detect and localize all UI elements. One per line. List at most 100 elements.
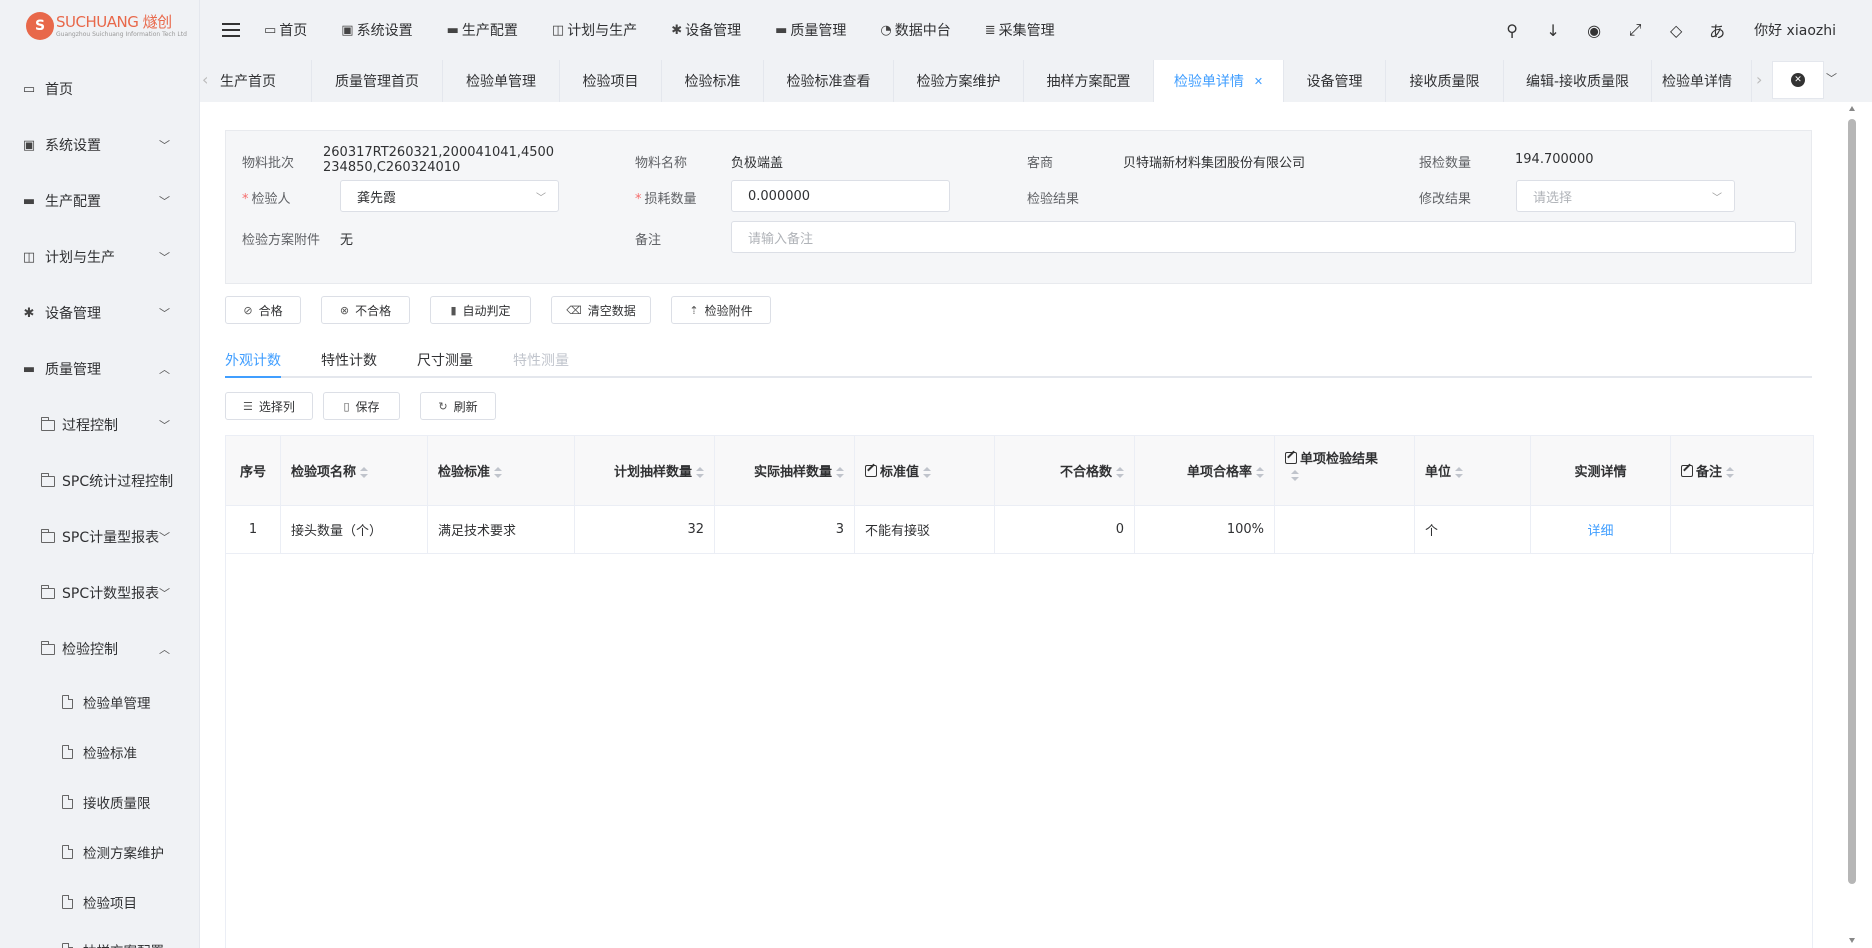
- sort-icon[interactable]: [696, 466, 704, 479]
- sidebar-item-plan[interactable]: ◫ 计划与生产 ﹀: [0, 245, 199, 269]
- sort-icon[interactable]: [1291, 469, 1299, 482]
- detail-link[interactable]: 详细: [1587, 524, 1613, 539]
- tab-inspection-items[interactable]: 检验项目: [560, 60, 662, 102]
- tab-inspection-detail[interactable]: 检验单详情 ✕: [1154, 60, 1284, 102]
- diamond-icon[interactable]: ◇: [1668, 21, 1684, 40]
- tab-test-plan[interactable]: 检验方案维护: [894, 60, 1024, 102]
- sidebar-item-spc[interactable]: SPC统计过程控制: [0, 469, 199, 493]
- header-label: 单项检验结果: [1300, 452, 1379, 467]
- sidebar-item-spc-variable[interactable]: SPC计量型报表 ﹀: [0, 525, 199, 549]
- scroll-down-arrow-icon[interactable]: [1849, 938, 1855, 943]
- sidebar-item-spc-attribute[interactable]: SPC计数型报表 ﹀: [0, 581, 199, 605]
- col-header-unit[interactable]: 单位: [1414, 435, 1531, 506]
- sort-icon[interactable]: [1256, 466, 1264, 479]
- chevron-right-icon[interactable]: ›: [1756, 70, 1762, 89]
- sort-icon[interactable]: [1726, 466, 1735, 479]
- tab-characteristic-count[interactable]: 特性计数: [321, 350, 377, 370]
- sidebar-item-equipment[interactable]: ✱ 设备管理 ﹀: [0, 301, 199, 325]
- tab-standard-view[interactable]: 检验标准查看: [764, 60, 894, 102]
- sidebar-item-label: 检测方案维护: [83, 846, 164, 862]
- logo[interactable]: S SUCHUANG 燧创 Guangzhou Suichuang Inform…: [0, 0, 199, 52]
- fullscreen-icon[interactable]: ⤢: [1627, 20, 1643, 39]
- chevron-down-icon[interactable]: ﹀: [1826, 70, 1837, 86]
- scroll-up-arrow-icon[interactable]: [1849, 106, 1855, 111]
- sidebar-item-sampling-config[interactable]: 抽样方案配置: [0, 938, 199, 948]
- nav-item-equipment[interactable]: ✱ 设备管理: [671, 20, 741, 40]
- col-header-standard-value[interactable]: 标准值: [854, 435, 995, 506]
- col-header-remark[interactable]: 备注: [1670, 435, 1814, 506]
- scrollbar-thumb[interactable]: [1848, 119, 1856, 884]
- tab-inspection-standard[interactable]: 检验标准: [662, 60, 764, 102]
- tab-quality-home[interactable]: 质量管理首页: [312, 60, 443, 102]
- database-icon: ≣: [984, 22, 996, 38]
- sidebar-item-inspection-control[interactable]: 检验控制 ︿: [0, 637, 199, 661]
- close-all-tabs-button[interactable]: ✕: [1772, 61, 1824, 99]
- col-header-item-name[interactable]: 检验项名称: [280, 435, 428, 506]
- sidebar-item-production-config[interactable]: ▬ 生产配置 ﹀: [0, 189, 199, 213]
- sidebar-item-quality[interactable]: ▬ 质量管理 ︿: [0, 357, 199, 381]
- tab-equipment[interactable]: 设备管理: [1284, 60, 1386, 102]
- fail-button[interactable]: ⊗ 不合格: [321, 296, 410, 324]
- sidebar-item-inspection-standard[interactable]: 检验标准: [0, 740, 199, 764]
- nav-item-home[interactable]: ▭ 首页: [264, 20, 307, 40]
- cell-standard-value[interactable]: 不能有接驳: [854, 505, 995, 554]
- cell-item-result[interactable]: [1274, 505, 1415, 554]
- cell-remark[interactable]: [1670, 505, 1814, 554]
- col-header-actual-qty[interactable]: 实际抽样数量: [714, 435, 855, 506]
- save-button[interactable]: ▯ 保存: [323, 392, 400, 420]
- sidebar-item-inspection-orders[interactable]: 检验单管理: [0, 690, 199, 714]
- search-icon[interactable]: ⚲: [1504, 21, 1520, 40]
- sort-icon[interactable]: [923, 466, 932, 479]
- tab-production-home[interactable]: 生产首页: [214, 60, 312, 102]
- sort-icon[interactable]: [360, 466, 369, 479]
- tab-dimension-measure[interactable]: 尺寸测量: [417, 350, 473, 370]
- nav-item-collection[interactable]: ≣ 采集管理: [985, 20, 1055, 40]
- nav-item-system[interactable]: ▣ 系统设置: [341, 20, 412, 40]
- loss-qty-input[interactable]: 0.000000: [731, 180, 950, 212]
- hamburger-icon[interactable]: [222, 23, 240, 37]
- user-greeting[interactable]: 你好 xiaozhi: [1754, 20, 1836, 40]
- translate-icon[interactable]: あ: [1709, 22, 1725, 41]
- col-header-fail-count[interactable]: 不合格数: [994, 435, 1135, 506]
- vertical-scrollbar[interactable]: [1848, 102, 1856, 948]
- close-icon[interactable]: ✕: [1254, 75, 1263, 88]
- inspector-select[interactable]: 龚先霞 ﹀: [340, 180, 559, 212]
- sidebar-item-test-plan[interactable]: 检测方案维护: [0, 840, 199, 864]
- cell-planned-qty: 32: [574, 505, 715, 554]
- col-header-standard[interactable]: 检验标准: [427, 435, 575, 506]
- auto-judge-button[interactable]: ▮ 自动判定: [430, 296, 531, 324]
- cell-actual-qty[interactable]: 3: [714, 505, 855, 554]
- modify-result-select[interactable]: 请选择 ﹀: [1516, 180, 1735, 212]
- select-columns-button[interactable]: ☰ 选择列: [225, 392, 313, 420]
- sort-icon[interactable]: [494, 466, 503, 479]
- chevron-left-icon[interactable]: ‹: [202, 70, 208, 89]
- nav-item-data-center[interactable]: ◔ 数据中台: [880, 20, 950, 40]
- target-icon[interactable]: ◉: [1586, 21, 1602, 40]
- tab-edit-aql[interactable]: 编辑-接收质量限: [1504, 60, 1652, 102]
- sidebar-item-system[interactable]: ▣ 系统设置 ﹀: [0, 133, 199, 157]
- sort-icon[interactable]: [836, 466, 844, 479]
- sidebar-item-inspection-items[interactable]: 检验项目: [0, 890, 199, 914]
- col-header-item-result[interactable]: 单项检验结果: [1274, 435, 1415, 506]
- remark-input[interactable]: 请输入备注: [731, 221, 1796, 253]
- tab-inspection-orders[interactable]: 检验单管理: [443, 60, 560, 102]
- tab-inspection-detail-2[interactable]: 检验单详情: [1652, 60, 1752, 102]
- tab-sampling-config[interactable]: 抽样方案配置: [1024, 60, 1154, 102]
- sort-icon[interactable]: [1455, 466, 1464, 479]
- col-header-pass-rate[interactable]: 单项合格率: [1134, 435, 1275, 506]
- refresh-button[interactable]: ↻ 刷新: [420, 392, 496, 420]
- tab-appearance-count[interactable]: 外观计数: [225, 350, 281, 370]
- download-icon[interactable]: ↓: [1545, 21, 1561, 40]
- sidebar-item-home[interactable]: ▭ 首页: [0, 77, 199, 101]
- pass-button[interactable]: ⊘ 合格: [225, 296, 301, 324]
- clear-data-button[interactable]: ⌫ 清空数据: [551, 296, 651, 324]
- sort-icon[interactable]: [1116, 466, 1124, 479]
- col-header-planned-qty[interactable]: 计划抽样数量: [574, 435, 715, 506]
- tab-aql[interactable]: 接收质量限: [1386, 60, 1504, 102]
- nav-item-plan[interactable]: ◫ 计划与生产: [552, 20, 637, 40]
- attachment-button[interactable]: ⇡ 检验附件: [671, 296, 771, 324]
- sidebar-item-aql[interactable]: 接收质量限: [0, 790, 199, 814]
- sidebar-item-process-control[interactable]: 过程控制 ﹀: [0, 413, 199, 437]
- nav-item-quality[interactable]: ▬ 质量管理: [775, 20, 846, 40]
- nav-item-production-config[interactable]: ▬ 生产配置: [447, 20, 518, 40]
